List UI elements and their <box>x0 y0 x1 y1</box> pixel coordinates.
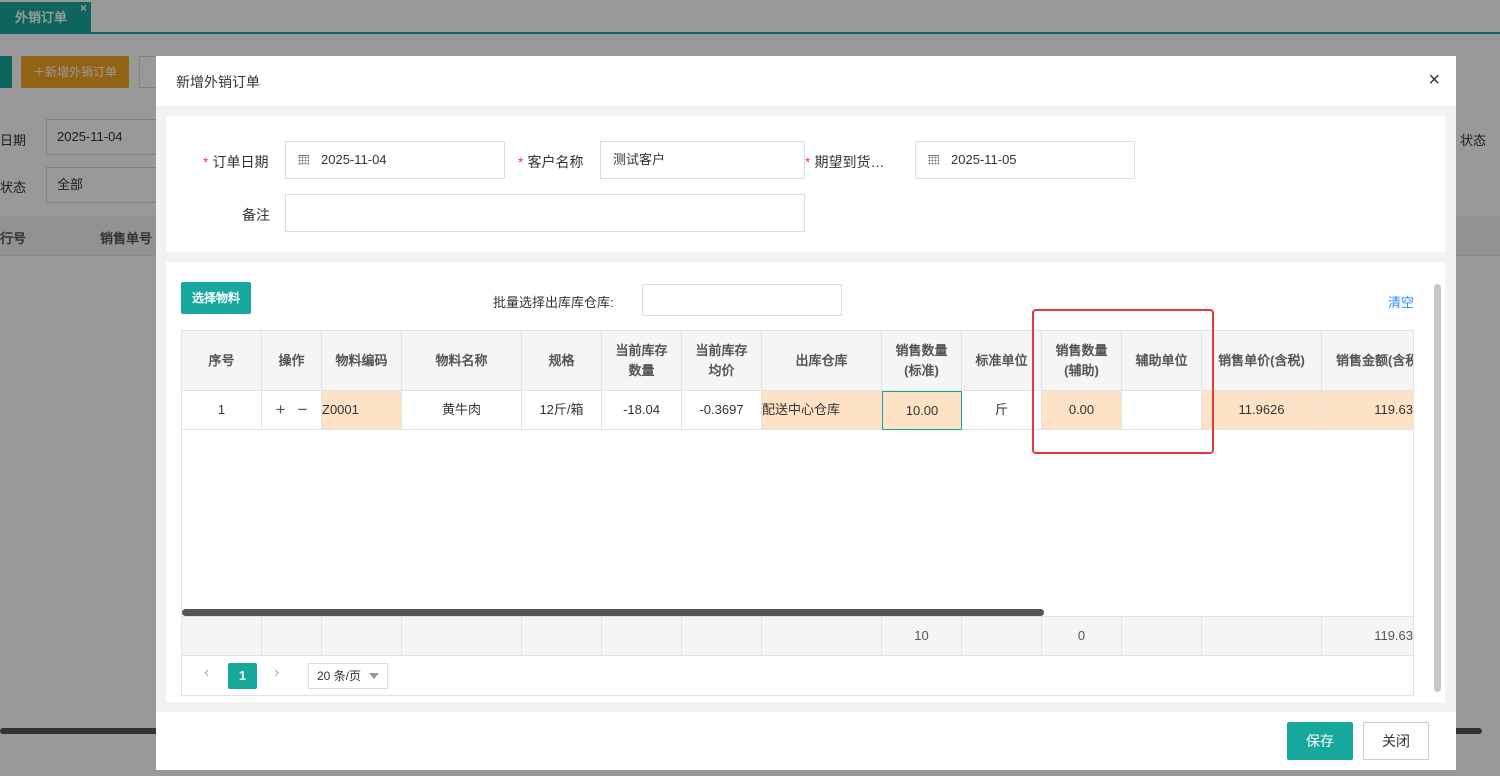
cell-code[interactable]: Z0001 <box>322 391 402 429</box>
page-size-value: 20 条/页 <box>317 669 362 683</box>
table-footer-row: 10 0 119.63 <box>182 616 1413 656</box>
foot-cell <box>1202 617 1322 655</box>
calendar-icon <box>928 154 939 165</box>
foot-cell <box>762 617 882 655</box>
foot-amount-total: 119.63 <box>1322 617 1413 655</box>
foot-qty-std-total: 10 <box>882 617 962 655</box>
cell-warehouse[interactable]: 配送中心仓库 <box>762 391 882 429</box>
foot-cell <box>1122 617 1202 655</box>
foot-cell <box>962 617 1042 655</box>
expected-date-label: * 期望到货… <box>805 152 884 172</box>
cell-unit-std: 斤 <box>962 391 1042 429</box>
dialog-title: 新增外销订单 <box>176 74 260 90</box>
save-button[interactable]: 保存 <box>1287 722 1353 760</box>
page-size-select[interactable]: 20 条/页 <box>308 663 388 689</box>
cell-op: + − <box>262 391 322 429</box>
chevron-down-icon <box>369 673 379 679</box>
cell-price[interactable]: 11.9626 <box>1202 391 1322 429</box>
foot-cell <box>402 617 522 655</box>
customer-label: * 客户名称 <box>518 152 583 172</box>
col-spec: 规格 <box>522 331 602 390</box>
prev-page-icon[interactable]: ‹ <box>204 664 209 682</box>
table-header-row: 序号 操作 物料编码 物料名称 规格 当前库存 数量 当前库存 均价 出库仓库 … <box>182 331 1413 391</box>
required-mark: * <box>203 154 209 170</box>
order-date-label-text: 订单日期 <box>212 154 269 170</box>
remark-label: 备注 <box>242 207 270 223</box>
col-qty-std: 销售数量 (标准) <box>882 331 962 390</box>
expected-date-label-text: 期望到货… <box>814 154 885 170</box>
dialog-header: 新增外销订单 × <box>156 56 1456 106</box>
col-price: 销售单价(含税) <box>1202 331 1322 390</box>
order-date-input[interactable]: 2025-11-04 <box>285 141 505 179</box>
material-table-card: 选择物料 批量选择出库库仓库: 清空 序号 操作 物料编码 物料名称 规格 当前… <box>166 262 1445 702</box>
foot-cell <box>182 617 262 655</box>
dialog-footer: 保存 关闭 <box>156 712 1456 770</box>
batch-warehouse-label: 批量选择出库库仓库: <box>493 295 614 310</box>
cell-amount[interactable]: 119.63 <box>1322 391 1413 429</box>
expected-date-value: 2025-11-05 <box>951 152 1017 167</box>
pagination: ‹ 1 › 20 条/页 <box>182 656 1413 695</box>
select-material-button[interactable]: 选择物料 <box>181 282 251 314</box>
cell-seq: 1 <box>182 391 262 429</box>
cell-name: 黄牛肉 <box>402 391 522 429</box>
col-avg: 当前库存 均价 <box>682 331 762 390</box>
required-mark: * <box>518 154 524 170</box>
col-warehouse: 出库仓库 <box>762 331 882 390</box>
calendar-icon <box>298 154 309 165</box>
foot-cell <box>682 617 762 655</box>
clear-link[interactable]: 清空 <box>1388 292 1414 311</box>
material-table: 序号 操作 物料编码 物料名称 规格 当前库存 数量 当前库存 均价 出库仓库 … <box>181 330 1414 696</box>
new-order-dialog: 新增外销订单 × * 订单日期 2025-11-04 * 客户名称 测试客户 * 期望… <box>156 56 1456 770</box>
foot-cell <box>522 617 602 655</box>
add-row-icon[interactable]: + <box>276 400 286 420</box>
remove-row-icon[interactable]: − <box>298 400 308 420</box>
order-date-value: 2025-11-04 <box>321 152 387 167</box>
next-page-icon[interactable]: › <box>274 664 279 682</box>
cell-qty-std[interactable]: 10.00 <box>882 391 962 430</box>
foot-cell <box>602 617 682 655</box>
close-icon[interactable]: × <box>1428 68 1440 92</box>
horizontal-scrollbar[interactable] <box>182 609 1044 616</box>
col-code: 物料编码 <box>322 331 402 390</box>
remark-input[interactable] <box>285 194 805 232</box>
table-row: 1 + − Z0001 黄牛肉 12斤/箱 -18.04 -0.3697 配送中心… <box>182 391 1413 430</box>
col-seq: 序号 <box>182 331 262 390</box>
col-op: 操作 <box>262 331 322 390</box>
cell-avg: -0.3697 <box>682 391 762 429</box>
order-date-label: * 订单日期 <box>203 152 268 172</box>
order-form: * 订单日期 2025-11-04 * 客户名称 测试客户 * 期望到货… 2025-… <box>166 116 1445 252</box>
foot-qty-aux-total: 0 <box>1042 617 1122 655</box>
col-stock: 当前库存 数量 <box>602 331 682 390</box>
customer-label-text: 客户名称 <box>527 154 584 170</box>
required-mark: * <box>805 154 811 170</box>
col-name: 物料名称 <box>402 331 522 390</box>
customer-input[interactable]: 测试客户 <box>600 141 805 179</box>
batch-warehouse-input[interactable] <box>642 284 842 316</box>
vertical-scrollbar[interactable] <box>1434 284 1441 692</box>
close-button[interactable]: 关闭 <box>1363 722 1429 760</box>
qty-std-input[interactable]: 10.00 <box>882 391 962 430</box>
page-1-button[interactable]: 1 <box>228 663 257 689</box>
foot-cell <box>262 617 322 655</box>
foot-cell <box>322 617 402 655</box>
annotation-highlight-box <box>1032 309 1214 454</box>
col-unit-std: 标准单位 <box>962 331 1042 390</box>
customer-value: 测试客户 <box>613 152 666 167</box>
cell-stock: -18.04 <box>602 391 682 429</box>
col-amount: 销售金额(含税) <box>1322 331 1413 390</box>
expected-date-input[interactable]: 2025-11-05 <box>915 141 1135 179</box>
cell-spec: 12斤/箱 <box>522 391 602 429</box>
